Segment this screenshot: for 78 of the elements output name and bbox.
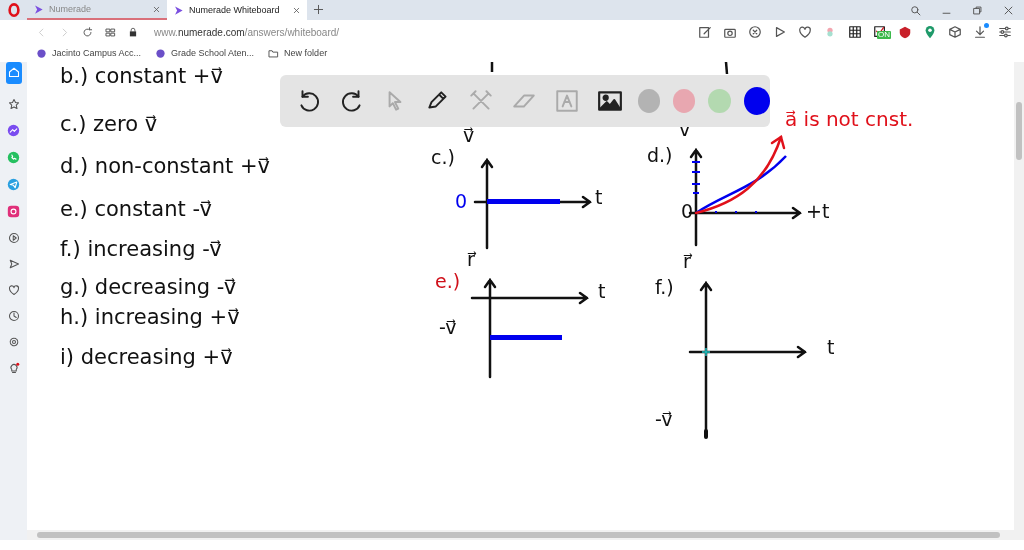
chat-bubble-icon[interactable] [7,124,20,137]
value-label: -v⃗ [655,408,673,430]
axis-label: +t [806,200,830,222]
play-icon[interactable] [773,25,787,39]
handwritten-note: i) decreasing +v⃗ [60,344,233,371]
handwritten-note: a⃗ is not cnst. [785,108,914,130]
handwritten-note: d.) non-constant +v⃗ [60,153,270,180]
speed-dial-icon[interactable] [105,26,116,38]
lock-icon [128,27,138,37]
tick-marks [691,161,757,214]
bookmark-item[interactable]: New folder [268,47,328,59]
handwritten-note: f.) increasing -v⃗ [60,236,222,263]
value-label: -v⃗ [439,316,457,338]
settings-icon[interactable] [998,25,1012,39]
clock-icon[interactable] [7,310,20,322]
stroke-mark [490,62,494,72]
color-swatch[interactable] [743,87,771,115]
settings-icon[interactable] [7,336,20,348]
graph-label: f.) [655,276,674,298]
scrollbar[interactable] [27,530,1014,540]
restore-icon[interactable] [972,4,983,16]
heart-icon[interactable] [7,284,20,296]
edit-icon[interactable] [698,25,712,39]
color-swatch[interactable] [637,89,660,113]
close-circle-icon[interactable] [748,25,762,39]
lightbulb-icon[interactable] [7,362,20,374]
axis-label: t [595,186,603,208]
handwritten-note: b.) constant +v⃗ [60,63,223,90]
camera-icon[interactable] [7,205,20,218]
axis-label: v⃗ [463,124,475,146]
home-icon[interactable] [7,66,20,78]
graph-label: e.) [435,270,461,292]
color-swatch[interactable] [708,89,731,113]
star-icon[interactable] [7,98,20,110]
cube-icon[interactable] [948,25,962,39]
status-badge: ON [877,31,891,39]
folder-icon [268,47,280,59]
paper-plane-icon[interactable] [7,178,20,191]
location-pin-icon[interactable] [923,25,937,39]
axis-label: t [598,280,606,302]
graph-label: c.) [431,146,455,168]
shield-icon[interactable] [898,25,912,39]
axis-label: t [827,336,835,358]
handwritten-note: c.) zero v⃗ [60,111,158,138]
handwritten-note: e.) constant -v⃗ [60,196,212,223]
axis-label: r⃗ [683,250,691,272]
text-icon [553,88,580,114]
close-icon[interactable] [1003,4,1014,16]
heart-icon[interactable] [798,25,812,39]
play-circle-icon[interactable] [7,232,20,244]
download-icon[interactable] [973,25,987,39]
search-icon[interactable] [910,4,921,16]
axis-label: r⃗ [467,248,475,270]
scrollbar[interactable] [1014,62,1024,540]
handwritten-note: g.) decreasing -v⃗ [60,274,237,301]
graph-label: d.) [647,144,673,166]
close-icon[interactable] [152,4,161,14]
close-icon[interactable] [292,5,301,15]
url-field[interactable]: www.numerade.com/answers/whiteboard/ [154,26,340,38]
new-tab-icon[interactable] [313,4,324,15]
color-swatch[interactable] [672,89,696,113]
grid-icon[interactable] [848,25,862,39]
handwritten-note: h.) increasing +v⃗ [60,304,240,331]
value-label: 0 [455,190,468,212]
stroke-mark [724,62,729,75]
site-icon [33,3,44,15]
site-icon [155,47,167,59]
bookmark-item[interactable]: Grade School Aten... [155,47,255,59]
notification-dot [984,23,989,28]
send-icon[interactable] [7,258,20,270]
browser-logo-icon[interactable] [6,3,21,17]
site-icon [173,4,184,16]
site-icon [36,47,47,59]
image-icon [596,88,623,114]
bookmark-item[interactable]: Jacinto Campus Acc... [36,47,142,59]
origin-cross [701,347,711,357]
browser-tab[interactable]: Numerade Whiteboard [167,0,307,20]
reload-icon[interactable] [82,26,93,38]
